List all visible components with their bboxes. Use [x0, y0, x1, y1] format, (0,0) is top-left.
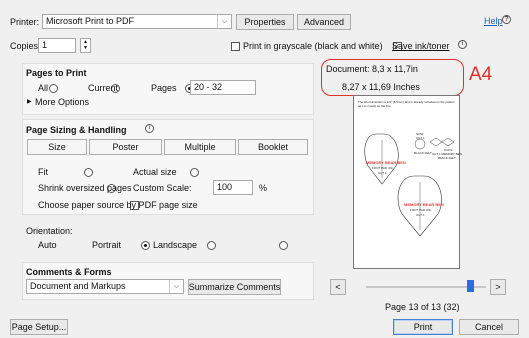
page-range-value: 20 - 32 [194, 82, 223, 92]
copies-input[interactable]: 1 [38, 38, 76, 53]
properties-button[interactable]: Properties [236, 14, 294, 30]
page-range-input[interactable]: 20 - 32 [190, 80, 256, 95]
printer-label: Printer: [10, 17, 40, 27]
pattern-cut-2: CUT 1 [416, 213, 425, 217]
pages-label: Pages [151, 83, 177, 93]
pattern-note-2: CUT 1 [416, 136, 425, 140]
copies-label: Copies: [10, 41, 41, 51]
more-options-link[interactable]: More Options [35, 97, 89, 107]
save-ink-label: Save ink/toner [392, 41, 450, 51]
annotation-box [321, 59, 464, 96]
comments-select[interactable]: Document and Markups ⌵ [26, 279, 184, 294]
multiple-button[interactable]: Multiple [164, 139, 236, 155]
custom-scale-label: Custom Scale: [133, 183, 192, 193]
all-pages-label: All [38, 83, 49, 93]
copies-stepper[interactable]: ▲ ▼ [80, 38, 91, 53]
pattern-circle [414, 138, 426, 150]
grayscale-checkbox[interactable] [231, 42, 240, 52]
auto-orientation-radio[interactable] [141, 241, 151, 251]
landscape-radio[interactable] [279, 241, 289, 251]
booklet-button[interactable]: Booklet [238, 139, 308, 155]
shrink-label: Shrink oversized pages [38, 183, 132, 193]
preview-page: The short direction is 1/4" (6.5mm) and … [353, 95, 462, 269]
portrait-label: Portrait [92, 240, 122, 250]
actual-size-label: Actual size [133, 167, 177, 177]
page-setup-button[interactable]: Page Setup... [10, 319, 68, 335]
landscape-label: Landscape [153, 240, 198, 250]
help-link[interactable]: Help [484, 16, 503, 26]
advanced-button[interactable]: Advanced [297, 14, 351, 30]
pattern-instructions: The short direction is 1/4" (6.5mm) and … [358, 100, 455, 108]
size-button[interactable]: Size [27, 139, 87, 155]
annotation-a4: A4 [469, 64, 493, 85]
scale-input[interactable]: 100 [213, 180, 253, 195]
fit-radio[interactable] [83, 168, 93, 178]
page-slider-thumb[interactable] [467, 280, 474, 292]
pattern-note-3: BLACK FELT [414, 151, 432, 155]
pattern-foot-2: FOOT PAD (01) [410, 208, 432, 212]
comments-value: Document and Markups [30, 281, 126, 291]
expand-triangle-icon[interactable]: ▶ [27, 98, 32, 105]
comments-title: Comments & Forms [26, 267, 112, 277]
prev-page-button[interactable]: < [330, 279, 346, 295]
cancel-button[interactable]: Cancel [459, 319, 519, 335]
pattern-note-6: BLACK FELT [438, 156, 456, 160]
poster-button[interactable]: Poster [89, 139, 162, 155]
fit-label: Fit [38, 167, 48, 177]
chevron-down-icon: ⌵ [169, 280, 183, 293]
scale-value: 100 [217, 182, 233, 192]
pattern-label-1: MEMORY BEAR BEN [366, 160, 406, 165]
sizing-info-icon[interactable]: i [145, 124, 154, 133]
printer-select[interactable]: Microsoft Print to PDF ⌵ [42, 14, 232, 29]
page-info-label: Page 13 of 13 (32) [385, 302, 460, 312]
help-icon[interactable]: ? [502, 15, 511, 24]
pattern-bow [429, 137, 455, 147]
print-button[interactable]: Print [393, 319, 453, 335]
next-page-button[interactable]: > [490, 279, 506, 295]
pattern-drawing [364, 133, 455, 237]
current-page-label: Current [88, 83, 119, 93]
pattern-foot-1: FOOT PAD (01) [372, 166, 394, 170]
choose-source-label: Choose paper source by PDF page size [38, 200, 198, 210]
pattern-label-2: MEMORY BEAR BEN [404, 202, 444, 207]
summarize-comments-button[interactable]: Summarize Comments [188, 279, 281, 295]
percent-label: % [259, 183, 268, 193]
info-icon[interactable]: i [458, 40, 467, 49]
grayscale-label: Print in grayscale (black and white) [243, 41, 383, 51]
printer-value: Microsoft Print to PDF [46, 16, 135, 26]
auto-orientation-label: Auto [38, 240, 57, 250]
chevron-down-icon: ⌵ [217, 15, 231, 28]
pattern-piece-1 [364, 133, 399, 185]
page-sizing-title: Page Sizing & Handling [26, 125, 127, 135]
pattern-cut-1: CUT 1 [378, 171, 387, 175]
copies-value: 1 [42, 40, 48, 50]
portrait-radio[interactable] [206, 241, 216, 251]
orientation-title: Orientation: [26, 226, 73, 236]
pages-to-print-title: Pages to Print [26, 68, 87, 78]
